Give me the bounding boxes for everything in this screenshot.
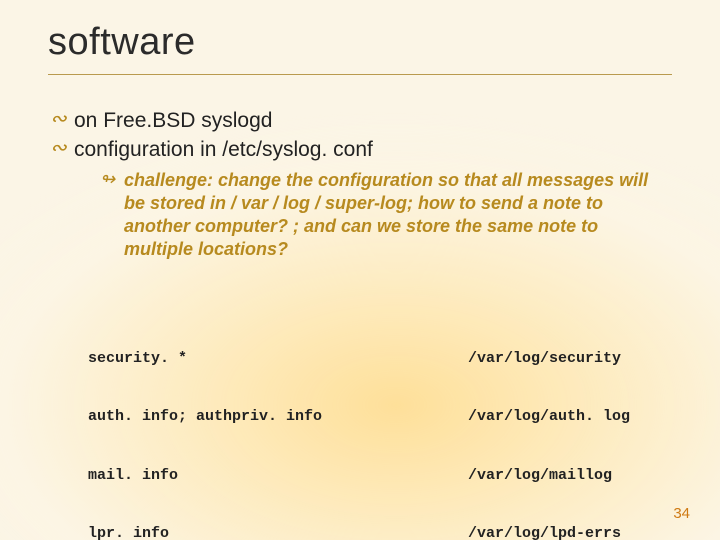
- bullet-lvl2-wrap: ↬ challenge: change the configuration so…: [48, 169, 672, 261]
- bullet-lvl2: ↬ challenge: change the configuration so…: [100, 169, 672, 261]
- tilde-bullet-icon: ∾: [48, 107, 74, 131]
- code-line: mail. info: [88, 466, 468, 486]
- syslog-selectors-column: security. * auth. info; authpriv. info m…: [88, 310, 468, 540]
- code-line: lpr. info: [88, 524, 468, 540]
- arrow-bullet-icon: ↬: [100, 169, 124, 191]
- code-line: /var/log/maillog: [468, 466, 672, 486]
- code-line: auth. info; authpriv. info: [88, 407, 468, 427]
- bullet-lvl2-text: challenge: change the configuration so t…: [124, 169, 672, 261]
- bullet-lvl1-text: configuration in /etc/syslog. conf: [74, 136, 373, 163]
- code-line: /var/log/lpd-errs: [468, 524, 672, 540]
- syslog-targets-column: /var/log/security /var/log/auth. log /va…: [468, 310, 672, 540]
- syslog-config-block: security. * auth. info; authpriv. info m…: [48, 310, 672, 540]
- slide-title: software: [48, 22, 672, 64]
- bullet-lvl1: ∾ on Free.BSD syslogd: [48, 107, 672, 134]
- slide: software ∾ on Free.BSD syslogd ∾ configu…: [0, 0, 720, 540]
- code-line: /var/log/security: [468, 349, 672, 369]
- code-line: /var/log/auth. log: [468, 407, 672, 427]
- title-underline: [48, 74, 672, 75]
- bullet-lvl1: ∾ configuration in /etc/syslog. conf: [48, 136, 672, 163]
- slide-content: ∾ on Free.BSD syslogd ∾ configuration in…: [48, 107, 672, 540]
- bullet-lvl1-text: on Free.BSD syslogd: [74, 107, 272, 134]
- tilde-bullet-icon: ∾: [48, 136, 74, 160]
- page-number: 34: [673, 505, 690, 522]
- code-line: security. *: [88, 349, 468, 369]
